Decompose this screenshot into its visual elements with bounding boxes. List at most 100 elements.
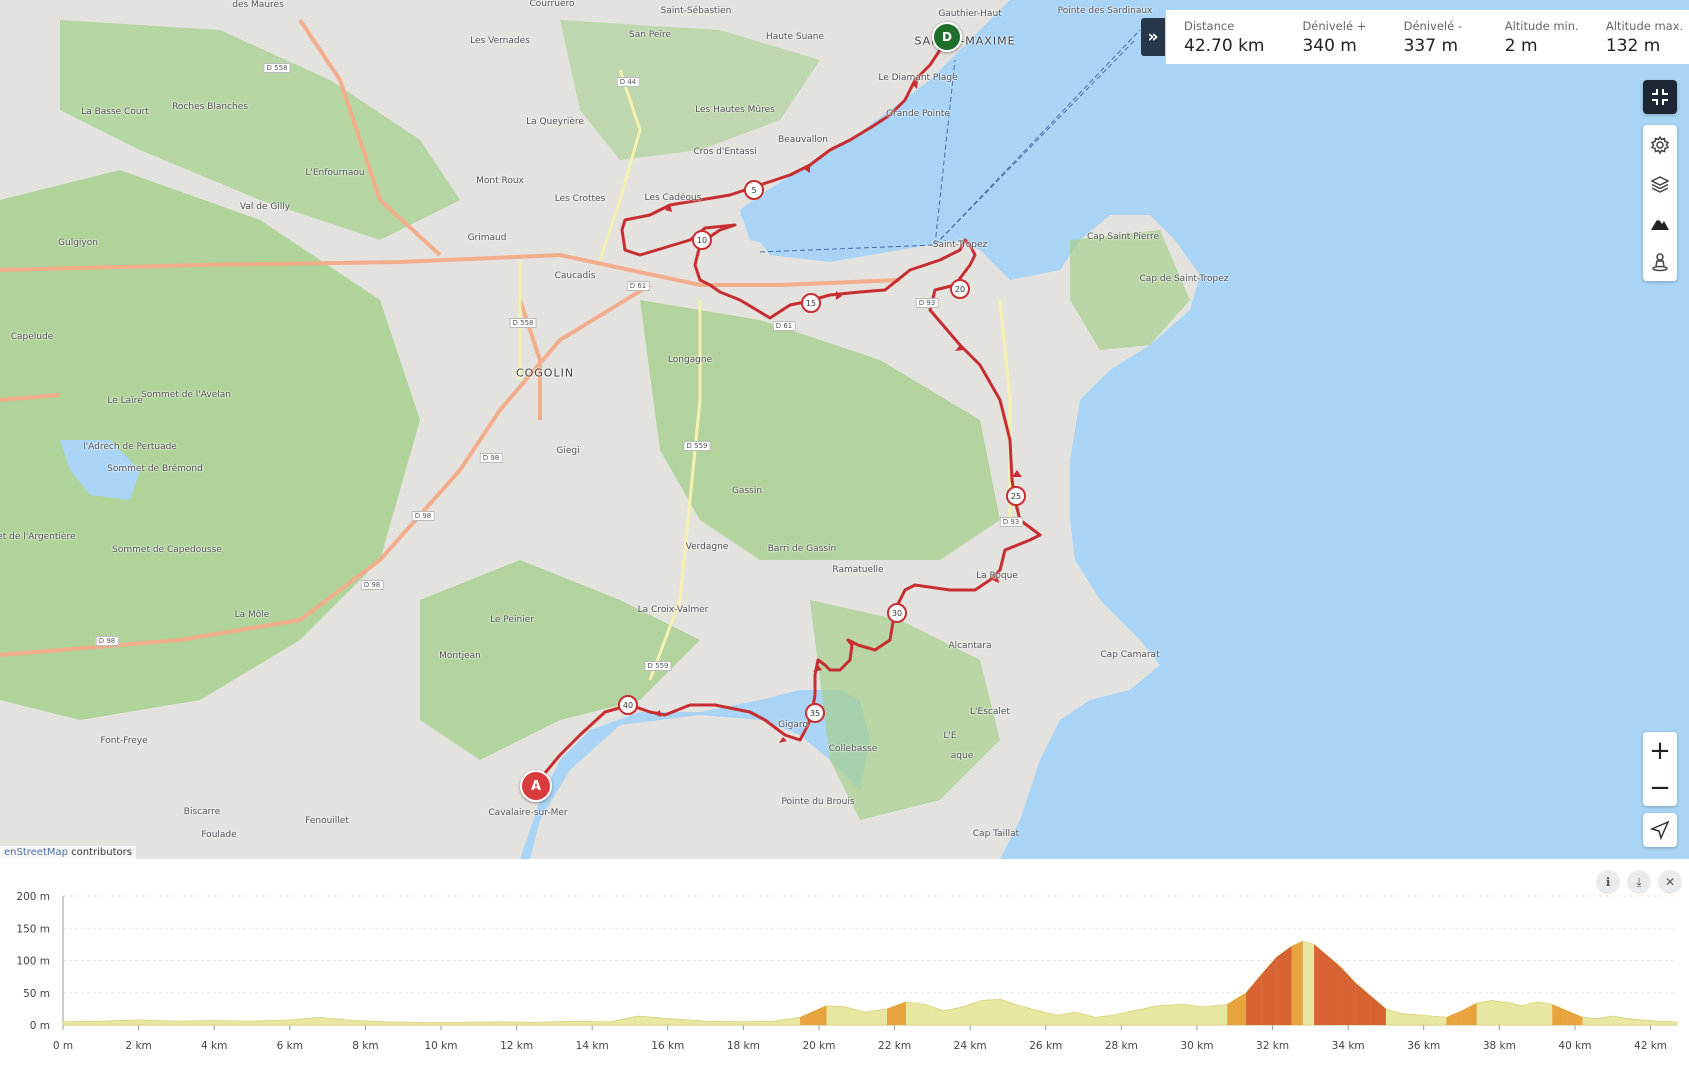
road-label: D 559 xyxy=(683,441,711,451)
place-label: Sommet de l'Argentière xyxy=(0,532,76,542)
locate-arrow-icon xyxy=(1650,820,1670,840)
road-label: D 558 xyxy=(263,63,291,73)
place-label: Pointe des Sardinaux xyxy=(1057,6,1153,16)
place-label: Verdagne xyxy=(685,542,729,552)
map-basemap xyxy=(0,0,1200,859)
stat-item: Distance 42.70 km xyxy=(1166,19,1284,56)
place-label: Saint-Sébastien xyxy=(660,6,732,16)
exit-fullscreen-icon xyxy=(1652,89,1668,105)
km-marker: 5 xyxy=(744,180,764,200)
place-label: L'Escalet xyxy=(970,707,1010,717)
place-label: Gassin xyxy=(731,486,763,496)
info-button[interactable]: ℹ xyxy=(1596,870,1620,894)
x-tick-label: 0 m xyxy=(53,1040,73,1052)
route-start-marker[interactable]: A xyxy=(520,770,552,802)
place-label: Fenouillet xyxy=(305,816,349,826)
x-tick-label: 32 km xyxy=(1256,1040,1289,1052)
x-tick-label: 12 km xyxy=(500,1040,533,1052)
zoom-in-button[interactable]: + xyxy=(1643,732,1677,769)
x-tick-label: 24 km xyxy=(954,1040,987,1052)
place-label: Font-Freye xyxy=(100,736,148,746)
place-label: Les Cadéous xyxy=(644,193,702,203)
place-label: Cros d'Entassi xyxy=(693,147,757,157)
place-label: Capelude xyxy=(10,332,54,342)
stat-item: Altitude max. 132 m xyxy=(1588,19,1689,56)
route-stats-panel: Distance 42.70 km Dénivelé +340 m Dénivelé … xyxy=(1166,10,1689,64)
km-marker: 40 xyxy=(618,695,638,715)
y-tick-label: 200 m xyxy=(16,891,50,903)
place-label: Grande Pointe xyxy=(886,109,950,119)
close-profile-button[interactable]: ✕ xyxy=(1658,870,1682,894)
road-label: D 93 xyxy=(915,298,939,308)
place-label: Biscarre xyxy=(183,807,221,817)
elevation-area xyxy=(62,940,1678,1026)
x-tick-label: 2 km xyxy=(125,1040,151,1052)
x-tick-label: 20 km xyxy=(802,1040,835,1052)
km-marker: 20 xyxy=(950,279,970,299)
km-marker: 30 xyxy=(887,603,907,623)
place-label: Les Crottes xyxy=(554,194,606,204)
steep-segment xyxy=(1227,992,1247,1025)
elevation-chart[interactable]: 0 m 50 m 100 m 150 m 200 m 0 m 2 km 4 km 6 km 8 k… xyxy=(0,859,1689,1080)
place-label: La Queyrière xyxy=(526,117,584,127)
place-label: Gigaro xyxy=(778,720,808,730)
map-view[interactable]: Courruero Saint-Sébastien Gauthier-Haut Poi… xyxy=(0,0,1689,859)
steep-segment xyxy=(1291,941,1303,1025)
settings-button[interactable] xyxy=(1643,125,1677,164)
x-tick-label: 10 km xyxy=(424,1040,457,1052)
gear-icon xyxy=(1650,135,1670,154)
place-label: Le Diamant Plage xyxy=(878,73,958,83)
road-label: D 98 xyxy=(411,511,435,521)
road-label: D 44 xyxy=(616,77,640,87)
x-tick-label: 36 km xyxy=(1407,1040,1440,1052)
x-tick-label: 42 km xyxy=(1634,1040,1667,1052)
road-label: D 93 xyxy=(999,517,1023,527)
stat-label: Altitude max. xyxy=(1605,18,1684,33)
terrain-button[interactable] xyxy=(1643,203,1677,242)
km-marker: 25 xyxy=(1006,486,1026,506)
zoom-out-button[interactable]: − xyxy=(1643,769,1677,806)
place-label: Le Laïre xyxy=(107,396,143,406)
x-tick-label: 16 km xyxy=(651,1040,684,1052)
route-end-marker[interactable]: D xyxy=(932,22,962,52)
place-label: SAINTE-MAXIME xyxy=(914,34,1016,48)
x-tick-label: 14 km xyxy=(576,1040,609,1052)
stat-label: Distance xyxy=(1184,18,1235,33)
place-label: aque xyxy=(950,751,974,761)
place-label: Gulgiyon xyxy=(58,238,98,248)
place-label: Montjean xyxy=(439,651,481,661)
steep-segment xyxy=(1567,1010,1583,1025)
place-label: des Maures xyxy=(232,0,284,10)
map-tools-group xyxy=(1643,125,1677,281)
y-tick-label: 150 m xyxy=(16,923,50,935)
place-label: La Roque xyxy=(976,571,1018,581)
x-tick-label: 8 km xyxy=(352,1040,378,1052)
stat-label: Dénivelé - xyxy=(1403,18,1462,33)
place-label: Saint-Tropez xyxy=(932,240,988,250)
road-label: D 559 xyxy=(644,661,672,671)
steep-segment xyxy=(1370,995,1386,1025)
layers-button[interactable] xyxy=(1643,164,1677,203)
exit-fullscreen-button[interactable] xyxy=(1643,80,1677,114)
street-view-button[interactable] xyxy=(1643,242,1677,281)
locate-button[interactable] xyxy=(1643,813,1677,847)
stat-value: 337 m xyxy=(1403,35,1459,56)
stat-value: 2 m xyxy=(1504,35,1538,56)
steep-segment xyxy=(1276,946,1292,1025)
place-label: Alcantara xyxy=(948,641,992,651)
place-label: Longagne xyxy=(667,355,713,365)
download-button[interactable]: ⤓ xyxy=(1627,870,1651,894)
stat-item: Dénivelé - 337 m xyxy=(1386,19,1487,56)
steep-segment xyxy=(1340,966,1356,1025)
place-label: Sommet de Brémond xyxy=(107,464,203,474)
collapse-stats-button[interactable]: » xyxy=(1141,18,1165,56)
place-label: Haute Suane xyxy=(765,32,825,42)
place-label: L'Enfournaou xyxy=(305,168,365,178)
place-label: Pointe du Brouis xyxy=(781,797,855,807)
x-tick-label: 40 km xyxy=(1558,1040,1591,1052)
attribution-link[interactable]: enStreetMap xyxy=(4,847,68,858)
x-tick-label: 26 km xyxy=(1029,1040,1062,1052)
map-attribution: enStreetMap contributors xyxy=(0,846,136,859)
km-marker: 15 xyxy=(801,293,821,313)
place-label: San Peïre xyxy=(629,30,671,40)
